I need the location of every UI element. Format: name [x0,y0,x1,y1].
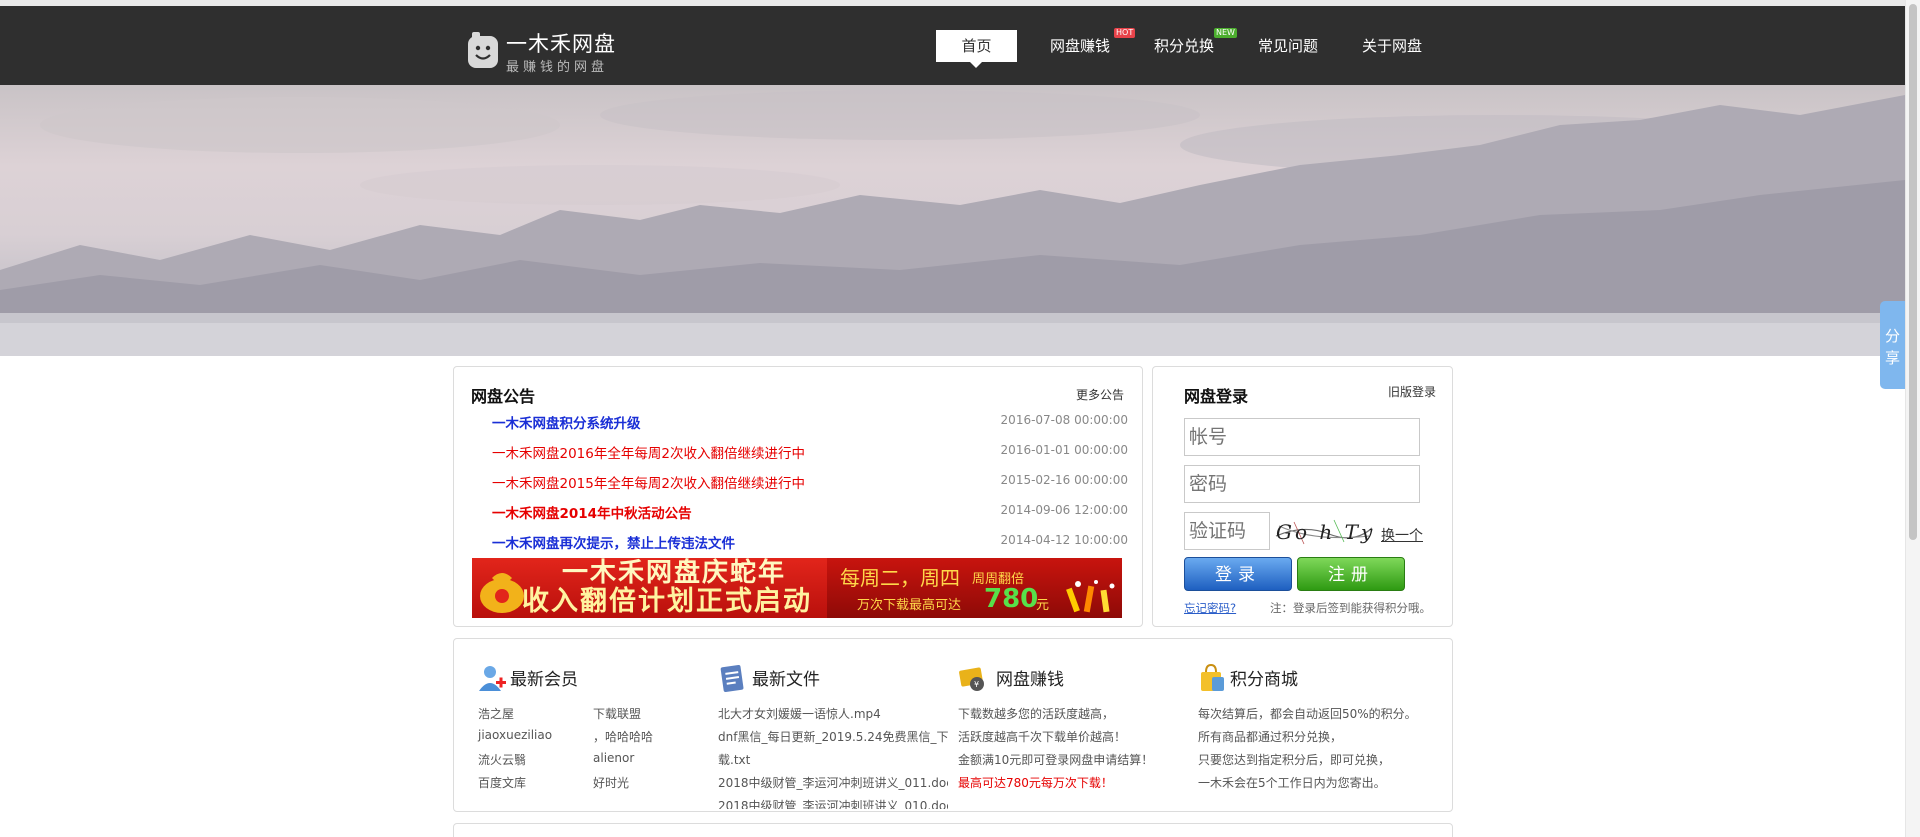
promo-ad-banner[interactable]: 一木禾网盘庆蛇年 收入翻倍计划正式启动 每周二，周四 周周翻倍 万次下载最高可达… [472,558,1122,618]
nav-about[interactable]: 关于网盘 [1362,30,1422,62]
member-name[interactable]: alienor [593,751,634,765]
money-icon: ¥ [959,667,984,691]
captcha-image[interactable]: Go h Ty [1274,518,1374,546]
info-line: 每次结算后，都会自动返回50%的积分。 [1198,707,1417,721]
captcha-input[interactable] [1184,512,1270,550]
ad-subheadline: 收入翻倍计划正式启动 [522,586,812,617]
nav-earn-money-label: 网盘赚钱 [1050,37,1111,55]
captcha-text: Go h Ty [1276,520,1376,544]
nav-earn-money[interactable]: 网盘赚钱 HOT [1050,28,1136,62]
info-panel: 最新会员 浩之屋 下载联盟 jiaoxueziliao ，哈哈哈哈 流火云翳 a… [453,638,1453,812]
member-icon [479,666,506,691]
news-item[interactable]: 一木禾网盘2015年全年每周2次收入翻倍继续进行中 2015-02-16 00:… [492,472,1128,492]
file-link[interactable]: 载.txt [718,751,750,768]
member-name[interactable]: 下载联盟 [593,705,641,722]
hero-banner [0,85,1905,356]
forgot-password-link[interactable]: 忘记密码? [1184,600,1236,616]
news-item[interactable]: 一木禾网盘积分系统升级 2016-07-08 00:00:00 [492,412,1128,432]
page-scrollbar[interactable] [1905,0,1920,837]
share-tab-label-2: 享 [1884,349,1900,367]
login-panel: 网盘登录 旧版登录 Go h Ty 换一个 登录 注册 忘记密码? 注：登录后签… [1152,366,1453,627]
news-item[interactable]: 一木禾网盘2014年中秋活动公告 2014-09-06 12:00:00 [492,502,1128,522]
site-logo[interactable]: 一木禾网盘 最赚钱的网盘 [466,26,626,76]
firecracker-icon [1066,580,1115,613]
news-item-date: 2014-09-06 12:00:00 [1000,503,1128,517]
login-note: 注：登录后签到能获得积分哦。 [1270,601,1431,615]
news-item-date: 2014-04-12 10:00:00 [1000,533,1128,547]
info-line: 只要您达到指定积分后，即可兑换， [1198,753,1391,767]
ad-days: 每周二，周四 [840,566,960,590]
news-item-date: 2016-07-08 00:00:00 [1000,413,1128,427]
section-title: 最新会员 [510,670,578,690]
nav-faq[interactable]: 常见问题 [1258,30,1318,62]
member-name[interactable]: jiaoxueziliao [478,728,552,742]
account-input[interactable] [1184,418,1420,456]
logo-subtitle: 最赚钱的网盘 [506,60,609,75]
login-title: 网盘登录 [1184,387,1249,406]
register-button[interactable]: 注册 [1297,557,1405,591]
share-tab[interactable]: 分 享 [1880,301,1905,389]
info-line: 所有商品都通过积分兑换， [1198,730,1343,744]
svg-text:¥: ¥ [974,680,979,689]
news-item[interactable]: 一木禾网盘再次提示，禁止上传违法文件 2014-04-12 10:00:00 [492,532,1128,552]
news-item-title[interactable]: 一木禾网盘再次提示，禁止上传违法文件 [492,532,735,552]
file-link[interactable]: 2018中级财管_李运河冲刺班讲义_010.doc [718,797,948,809]
member-name[interactable]: ，哈哈哈哈 [593,728,653,745]
member-name[interactable]: 浩之屋 [478,705,514,722]
member-name[interactable]: 百度文库 [478,774,526,791]
info-line: 活跃度越高千次下载单价越高！ [958,730,1127,744]
file-icon [720,664,744,693]
ad-max-number: 780 [984,584,1039,614]
share-tab-label-1: 分 [1884,327,1900,345]
money-bag-icon [480,573,524,613]
password-input[interactable] [1184,465,1420,503]
nav-home[interactable]: 首页 [936,30,1017,68]
news-item-title[interactable]: 一木禾网盘2015年全年每周2次收入翻倍继续进行中 [492,472,805,492]
member-name[interactable]: 好时光 [593,774,629,791]
file-link[interactable]: dnf黑信_每日更新_2019.5.24免费黑信_下 [718,728,948,745]
site-header: 一木禾网盘 最赚钱的网盘 首页 网盘赚钱 HOT 积分兑换 NEW 常见问题 关… [0,6,1905,85]
shop-bag-icon [1201,663,1224,691]
mountain-landscape-image [0,90,1905,356]
old-login-link[interactable]: 旧版登录 [1388,383,1436,400]
section-title: 最新文件 [752,670,820,690]
info-line: 一木禾会在5个工作日内为您寄出。 [1198,776,1386,790]
member-name[interactable]: 流火云翳 [478,751,526,768]
news-item-title[interactable]: 一木禾网盘2014年中秋活动公告 [492,502,692,522]
news-item[interactable]: 一木禾网盘2016年全年每周2次收入翻倍继续进行中 2016-01-01 00:… [492,442,1128,462]
hot-badge: HOT [1114,28,1136,38]
info-line: 金额满10元即可登录网盘申请结算！ [958,753,1154,767]
file-link[interactable]: 2018中级财管_李运河冲刺班讲义_011.doc [718,774,948,791]
news-item-date: 2016-01-01 00:00:00 [1000,443,1128,457]
highlight-line: 最高可达780元每万次下载！ [958,776,1113,790]
notice-title: 网盘公告 [471,387,536,406]
ad-max-label: 万次下载最高可达 [857,598,962,613]
new-badge: NEW [1214,28,1237,38]
news-item-date: 2015-02-16 00:00:00 [1000,473,1128,487]
news-item-title[interactable]: 一木禾网盘积分系统升级 [492,412,641,432]
file-link[interactable]: 北大才女刘媛媛一语惊人.mp4 [718,705,881,722]
nav-points-exchange-label: 积分兑换 [1154,37,1215,55]
login-button[interactable]: 登录 [1184,557,1292,591]
nav-points-exchange[interactable]: 积分兑换 NEW [1154,28,1237,62]
logo-face-icon [468,32,498,68]
ad-unit: 元 [1036,598,1050,613]
info-line: 下载数越多您的活跃度越高， [958,707,1115,721]
scrollbar-thumb[interactable] [1909,4,1917,540]
logo-title: 一木禾网盘 [506,32,616,56]
more-notices-link[interactable]: 更多公告 [1076,386,1124,403]
news-item-title[interactable]: 一木禾网盘2016年全年每周2次收入翻倍继续进行中 [492,442,805,462]
ad-headline: 一木禾网盘庆蛇年 [562,558,787,588]
next-panel-edge [453,823,1453,837]
notice-panel: 网盘公告 更多公告 一木禾网盘积分系统升级 2016-07-08 00:00:0… [453,366,1143,627]
section-title: 积分商城 [1230,670,1298,690]
refresh-captcha-link[interactable]: 换一个 [1381,525,1423,545]
section-title: 网盘赚钱 [996,670,1064,690]
latest-files-section: 最新文件 北大才女刘媛媛一语惊人.mp4 dnf黑信_每日更新_2019.5.2… [718,659,948,809]
